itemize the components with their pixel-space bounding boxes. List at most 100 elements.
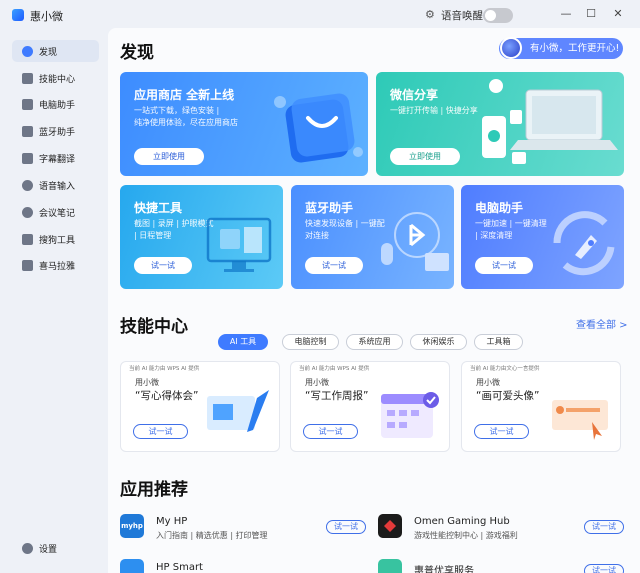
- assistant-avatar[interactable]: [500, 37, 522, 59]
- gear-icon: [22, 543, 33, 554]
- app-desc: 游戏性能控制中心 | 游戏福利: [414, 531, 518, 540]
- card-title: 蓝牙助手: [305, 201, 354, 215]
- screen-tools-icon: [206, 217, 272, 272]
- microphone-icon: [22, 179, 33, 191]
- app-desc: 入门指南 | 精选优惠 | 打印管理: [156, 531, 268, 540]
- sidebar-item-voice-input[interactable]: 语音输入: [12, 174, 99, 196]
- skill-title: “写心得体会”: [135, 390, 199, 402]
- omen-logo-icon: [384, 520, 396, 532]
- close-button[interactable]: ✕: [610, 7, 626, 21]
- card-desc-line: | 深度清理: [475, 231, 513, 240]
- skill-use-label: 用小微: [135, 378, 159, 387]
- skill-try-button[interactable]: 试一试: [133, 424, 188, 439]
- card-desc-line: 对连接: [305, 231, 329, 240]
- apps-title: 应用推荐: [120, 480, 188, 500]
- hp-service-app-icon: [378, 559, 402, 573]
- wechat-share-card[interactable]: 微信分享 一键打开传输 | 快捷分享 立即使用: [376, 72, 624, 176]
- sidebar-item-label: 语音输入: [39, 181, 76, 192]
- card-title: 应用商店 全新上线: [134, 88, 235, 102]
- sidebar-item-skills[interactable]: 技能中心: [12, 67, 99, 89]
- sidebar-item-pc-assistant[interactable]: 电脑助手: [12, 93, 99, 115]
- tab-toolbox[interactable]: 工具箱: [474, 334, 523, 350]
- calendar-icon: [381, 392, 439, 438]
- writing-icon: [207, 390, 269, 432]
- quick-tools-card[interactable]: 快捷工具 截图 | 录屏 | 护眼模式 | 日程管理 试一试: [120, 185, 283, 289]
- minimize-button[interactable]: —: [558, 7, 574, 21]
- laptop-phone-icon: [482, 79, 618, 164]
- skill-use-label: 用小微: [476, 378, 500, 387]
- bluetooth-try-button[interactable]: 试一试: [305, 257, 363, 274]
- card-title: 快捷工具: [134, 201, 183, 215]
- main-panel: 发现 有小微，工作更开心! 应用商店 全新上线 一站式下载，绿色安装 | 纯净使…: [108, 28, 640, 573]
- people-icon: [22, 206, 33, 218]
- sidebar-item-label: 发现: [39, 47, 58, 58]
- sidebar-item-label: 电脑助手: [39, 100, 76, 111]
- card-desc-line: 纯净使用体验，尽在应用商店: [134, 118, 238, 127]
- skill-card-weekly-report[interactable]: 当前 AI 能力由 WPS AI 提供 用小微 “写工作周报” 试一试: [290, 361, 450, 452]
- app-name: My HP: [156, 516, 188, 527]
- voice-wake-icon: ⚙: [425, 8, 435, 21]
- pc-assistant-card[interactable]: 电脑助手 一键加速 | 一键清理 | 深度清理 试一试: [461, 185, 624, 289]
- sidebar-item-label: 会议笔记: [39, 208, 76, 219]
- sidebar-item-label: 喜马拉雅: [39, 261, 76, 272]
- subtitle-icon: [22, 152, 33, 164]
- app-try-button[interactable]: 试一试: [326, 520, 366, 534]
- settings-label: 设置: [39, 545, 58, 555]
- skill-provider-tag: 当前 AI 能力由文心一言提供: [470, 366, 540, 372]
- pc-assistant-try-button[interactable]: 试一试: [475, 257, 533, 274]
- skills-title: 技能中心: [120, 317, 188, 337]
- app-title: 惠小微: [30, 10, 63, 23]
- app-name: Omen Gaming Hub: [414, 516, 510, 527]
- skill-provider-tag: 当前 AI 能力由 WPS AI 提供: [299, 366, 370, 372]
- compass-icon: [22, 45, 33, 57]
- card-title: 电脑助手: [475, 201, 524, 215]
- card-desc-line: 一键打开传输 | 快捷分享: [390, 106, 478, 115]
- app-name: 惠普优享服务: [414, 566, 474, 573]
- hp-smart-app-icon: [120, 559, 144, 573]
- bluetooth-devices-icon: [381, 212, 449, 271]
- app-try-button[interactable]: 试一试: [584, 564, 624, 573]
- monitor-icon: [22, 98, 33, 110]
- bluetooth-icon: [22, 125, 33, 137]
- title-bar: 惠小微 ⚙ 语音唤醒 — ☐ ✕: [0, 0, 640, 30]
- maximize-button[interactable]: ☐: [583, 7, 599, 21]
- discover-title: 发现: [120, 43, 154, 63]
- quick-tools-try-button[interactable]: 试一试: [134, 257, 192, 274]
- app-store-card[interactable]: 应用商店 全新上线 一站式下载，绿色安装 | 纯净使用体验，尽在应用商店 立即使…: [120, 72, 368, 176]
- app-logo: [12, 9, 24, 21]
- sidebar-item-bluetooth[interactable]: 蓝牙助手: [12, 120, 99, 142]
- tools-icon: [22, 233, 33, 245]
- sidebar-item-sogou-tools[interactable]: 搜狗工具: [12, 228, 99, 250]
- skill-title: “画可爱头像”: [476, 390, 540, 402]
- skill-use-label: 用小微: [305, 378, 329, 387]
- app-try-button[interactable]: 试一试: [584, 520, 624, 534]
- card-title: 微信分享: [390, 88, 439, 102]
- tab-leisure[interactable]: 休闲娱乐: [410, 334, 467, 350]
- bluetooth-card[interactable]: 蓝牙助手 快速发现设备 | 一键配 对连接 试一试: [291, 185, 454, 289]
- skill-card-experience[interactable]: 当前 AI 能力由 WPS AI 提供 用小微 “写心得体会” 试一试: [120, 361, 280, 452]
- sidebar-item-label: 搜狗工具: [39, 235, 76, 246]
- shopping-bag-icon: [274, 93, 363, 163]
- voice-wake-toggle[interactable]: [483, 8, 513, 23]
- tab-ai-tools[interactable]: AI 工具: [218, 334, 268, 350]
- rocket-refresh-icon: [553, 211, 615, 276]
- app-name: HP Smart: [156, 562, 203, 573]
- view-all-link[interactable]: 查看全部 >: [576, 316, 628, 331]
- tab-pc-control[interactable]: 电脑控制: [282, 334, 339, 350]
- voice-wake-label: 语音唤醒: [441, 10, 483, 22]
- omen-app-icon: [378, 514, 402, 538]
- sidebar-item-ximalaya[interactable]: 喜马拉雅: [12, 254, 99, 276]
- sidebar-item-discover[interactable]: 发现: [12, 40, 99, 62]
- layers-icon: [22, 72, 33, 84]
- card-desc-line: | 日程管理: [134, 231, 172, 240]
- sidebar-item-meeting-notes[interactable]: 会议笔记: [12, 201, 99, 223]
- sidebar-item-subtitle[interactable]: 字幕翻译: [12, 147, 99, 169]
- tab-system-apps[interactable]: 系统应用: [346, 334, 403, 350]
- skill-card-avatar[interactable]: 当前 AI 能力由文心一言提供 用小微 “画可爱头像” 试一试: [461, 361, 621, 452]
- skill-try-button[interactable]: 试一试: [474, 424, 529, 439]
- settings-button[interactable]: 设置: [12, 542, 57, 555]
- app-store-use-button[interactable]: 立即使用: [134, 148, 204, 165]
- sidebar: 发现 技能中心 电脑助手 蓝牙助手 字幕翻译 语音输入 会议笔记 搜狗工具 喜马…: [0, 30, 108, 573]
- wechat-share-use-button[interactable]: 立即使用: [390, 148, 460, 165]
- skill-try-button[interactable]: 试一试: [303, 424, 358, 439]
